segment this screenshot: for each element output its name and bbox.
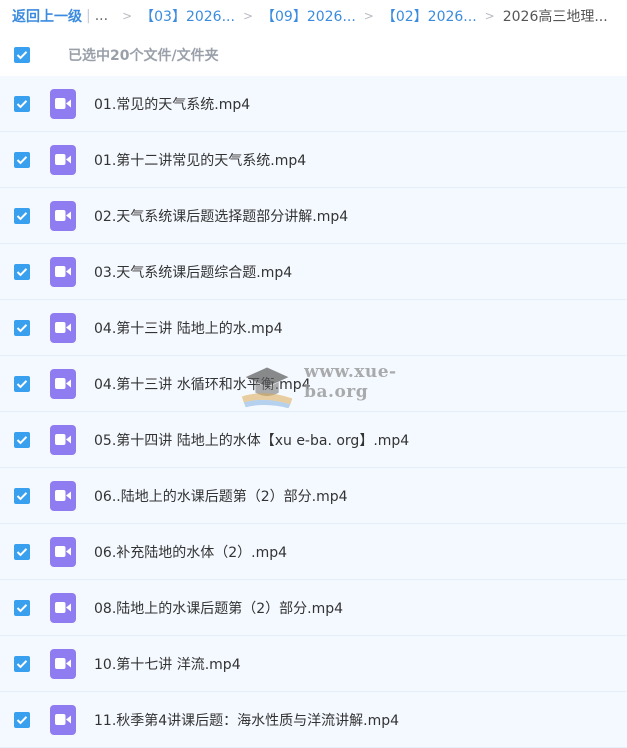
checkbox-checked-icon <box>16 51 28 60</box>
file-row[interactable]: 10.第十七讲 洋流.mp4 <box>0 636 627 692</box>
file-row[interactable]: 06..陆地上的水课后题第（2）部分.mp4 <box>0 468 627 524</box>
breadcrumb-item[interactable]: 【02】2026... <box>382 6 477 26</box>
video-file-icon <box>50 424 76 455</box>
file-checkbox[interactable] <box>14 599 30 616</box>
file-name[interactable]: 04.第十三讲 水循环和水平衡.mp4 <box>94 374 311 394</box>
file-list: 01.常见的天气系统.mp4 01.第十二讲常见的天气系统.mp4 02.天气系… <box>0 76 627 748</box>
file-name[interactable]: 06.补充陆地的水体（2）.mp4 <box>94 542 287 562</box>
file-checkbox[interactable] <box>14 95 30 112</box>
file-name[interactable]: 03.天气系统课后题综合题.mp4 <box>94 262 292 282</box>
checkbox-checked-icon <box>16 155 28 164</box>
file-row[interactable]: 04.第十三讲 水循环和水平衡.mp4 <box>0 356 627 412</box>
video-file-icon <box>50 312 76 343</box>
video-file-icon <box>50 536 76 567</box>
video-file-icon <box>50 592 76 623</box>
file-name[interactable]: 01.第十二讲常见的天气系统.mp4 <box>94 150 306 170</box>
breadcrumb-ellipsis[interactable]: ... <box>95 8 108 24</box>
file-row[interactable]: 04.第十三讲 陆地上的水.mp4 <box>0 300 627 356</box>
checkbox-checked-icon <box>16 435 28 444</box>
file-checkbox[interactable] <box>14 151 30 168</box>
checkbox-checked-icon <box>16 491 28 500</box>
back-link[interactable]: 返回上一级 <box>12 6 82 26</box>
file-checkbox[interactable] <box>14 431 30 448</box>
file-checkbox[interactable] <box>14 655 30 672</box>
breadcrumb-item[interactable]: 【09】2026... <box>261 6 356 26</box>
file-row[interactable]: 11.秋季第4讲课后题：海水性质与洋流讲解.mp4 <box>0 692 627 748</box>
breadcrumb: 返回上一级 | ... > 【03】2026... > 【09】2026... … <box>0 0 627 32</box>
file-checkbox[interactable] <box>14 487 30 504</box>
file-name[interactable]: 08.陆地上的水课后题第（2）部分.mp4 <box>94 598 343 618</box>
checkbox-checked-icon <box>16 715 28 724</box>
checkbox-checked-icon <box>16 267 28 276</box>
file-row[interactable]: 05.第十四讲 陆地上的水体【xu e-ba. org】.mp4 <box>0 412 627 468</box>
breadcrumb-separator: > <box>484 9 495 23</box>
file-row[interactable]: 01.第十二讲常见的天气系统.mp4 <box>0 132 627 188</box>
video-file-icon <box>50 368 76 399</box>
selection-count: 已选中20个文件/文件夹 <box>68 48 219 64</box>
file-name[interactable]: 02.天气系统课后题选择题部分讲解.mp4 <box>94 206 348 226</box>
file-name[interactable]: 06..陆地上的水课后题第（2）部分.mp4 <box>94 486 348 506</box>
video-file-icon <box>50 256 76 287</box>
video-file-icon <box>50 88 76 119</box>
video-file-icon <box>50 648 76 679</box>
file-checkbox[interactable] <box>14 207 30 224</box>
breadcrumb-current: 2026高三地理... <box>502 9 608 25</box>
video-file-icon <box>50 144 76 175</box>
file-name[interactable]: 10.第十七讲 洋流.mp4 <box>94 654 241 674</box>
checkbox-checked-icon <box>16 547 28 556</box>
file-checkbox[interactable] <box>14 375 30 392</box>
checkbox-checked-icon <box>16 379 28 388</box>
file-checkbox[interactable] <box>14 319 30 336</box>
file-row[interactable]: 03.天气系统课后题综合题.mp4 <box>0 244 627 300</box>
breadcrumb-divider: | <box>86 8 91 24</box>
file-row[interactable]: 08.陆地上的水课后题第（2）部分.mp4 <box>0 580 627 636</box>
select-all-checkbox[interactable] <box>14 47 30 63</box>
breadcrumb-separator: > <box>122 9 133 23</box>
file-row[interactable]: 06.补充陆地的水体（2）.mp4 <box>0 524 627 580</box>
file-checkbox[interactable] <box>14 711 30 728</box>
checkbox-checked-icon <box>16 211 28 220</box>
file-name[interactable]: 01.常见的天气系统.mp4 <box>94 94 250 114</box>
file-row[interactable]: 01.常见的天气系统.mp4 <box>0 76 627 132</box>
file-checkbox[interactable] <box>14 543 30 560</box>
breadcrumb-separator: > <box>242 9 253 23</box>
video-file-icon <box>50 200 76 231</box>
file-checkbox[interactable] <box>14 263 30 280</box>
breadcrumb-item[interactable]: 【03】2026... <box>140 6 235 26</box>
video-file-icon <box>50 480 76 511</box>
file-row[interactable]: 02.天气系统课后题选择题部分讲解.mp4 <box>0 188 627 244</box>
checkbox-checked-icon <box>16 603 28 612</box>
breadcrumb-separator: > <box>363 9 374 23</box>
select-all-bar: 已选中20个文件/文件夹 <box>0 34 627 76</box>
file-name[interactable]: 04.第十三讲 陆地上的水.mp4 <box>94 318 283 338</box>
checkbox-checked-icon <box>16 659 28 668</box>
checkbox-checked-icon <box>16 99 28 108</box>
file-name[interactable]: 05.第十四讲 陆地上的水体【xu e-ba. org】.mp4 <box>94 430 409 450</box>
file-name[interactable]: 11.秋季第4讲课后题：海水性质与洋流讲解.mp4 <box>94 710 399 730</box>
checkbox-checked-icon <box>16 323 28 332</box>
video-file-icon <box>50 704 76 735</box>
